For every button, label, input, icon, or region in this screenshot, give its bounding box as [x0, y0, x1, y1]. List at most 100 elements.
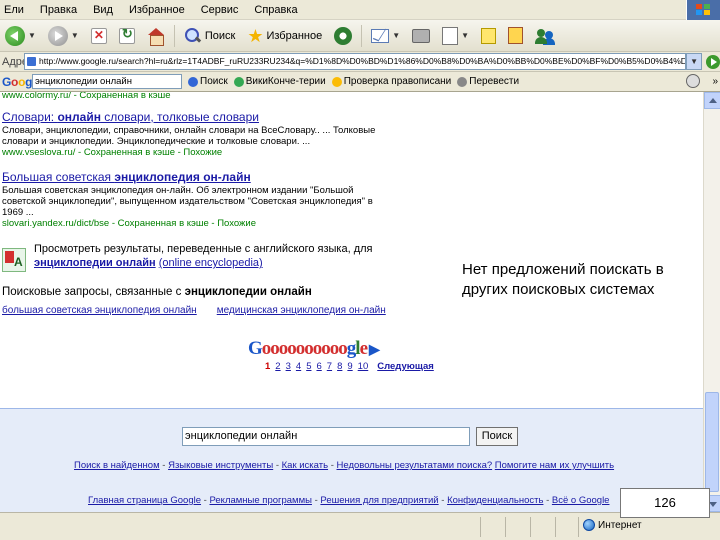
footer-link[interactable]: Решения для предприятий [320, 495, 438, 506]
translate-english-link[interactable]: (online encyclopedia) [159, 257, 263, 269]
page-link[interactable]: 3 [286, 361, 291, 372]
discuss-button[interactable] [478, 23, 499, 49]
google-search-label: Поиск [200, 76, 228, 87]
translate-link[interactable]: энциклопедии онлайн [34, 257, 156, 269]
globe-icon [583, 519, 595, 531]
page-icon [27, 57, 36, 66]
book-icon [508, 27, 524, 44]
address-dropdown-button[interactable]: ▼ [686, 53, 703, 70]
menu-file[interactable]: Ели [4, 4, 24, 16]
status-divider [480, 517, 481, 537]
footer-link[interactable]: Главная страница Google [88, 495, 201, 506]
address-label: Адрес [2, 55, 34, 68]
pagination-logo: Goooooooooogle ▶ [248, 338, 380, 359]
favorites-button[interactable]: ★ Избранное [244, 23, 325, 49]
forward-button[interactable]: ▼ [45, 23, 82, 49]
star-icon: ★ [247, 25, 264, 46]
page-link[interactable]: 2 [275, 361, 280, 372]
chevron-down-icon: ▼ [392, 31, 401, 40]
bottom-search-input[interactable]: энциклопедии онлайн [182, 427, 470, 446]
result-title[interactable]: Большая советская энциклопедия он-лайн [2, 170, 402, 185]
pagination: Goooooooooogle ▶ 1 2 3 4 5 6 7 8 9 10 Сле… [248, 338, 458, 372]
history-button[interactable] [331, 23, 355, 49]
annotation-line: других поисковых системах [462, 281, 655, 298]
status-divider [530, 517, 531, 537]
related-link[interactable]: большая советская энциклопедия онлайн [2, 305, 197, 316]
address-bar: Адрес http://www.google.ru/search?hl=ru&… [0, 52, 720, 72]
windows-logo-icon [686, 0, 720, 20]
home-icon [147, 27, 165, 46]
address-input[interactable]: http://www.google.ru/search?hl=ru&rlz=1T… [24, 53, 687, 70]
chevron-down-icon: ▼ [28, 31, 36, 40]
menu-view[interactable]: Вид [93, 4, 113, 16]
settings-icon[interactable] [686, 74, 700, 88]
google-toolbar-wiki-button[interactable]: ВикиКонче-терии [233, 76, 326, 87]
home-button[interactable] [144, 23, 168, 49]
bottom-link[interactable]: Помогите нам их улучшить [495, 460, 614, 471]
result-url[interactable]: www.colormy.ru/ - Сохраненная в кэше [2, 92, 402, 101]
page-link[interactable]: 9 [347, 361, 352, 372]
result-snippet: советской энциклопедии", выпущенном изда… [2, 196, 373, 207]
menu-tools[interactable]: Сервис [201, 4, 239, 16]
chevron-down-icon: ▼ [461, 31, 470, 40]
menu-favorites[interactable]: Избранное [129, 4, 185, 16]
status-bar: Интернет [0, 512, 720, 540]
page-link[interactable]: 7 [327, 361, 332, 372]
page-link[interactable]: 5 [306, 361, 311, 372]
next-page-link[interactable]: Следующая [377, 361, 434, 372]
bottom-link[interactable]: Языковые инструменты [168, 460, 273, 471]
bottom-link[interactable]: Недовольны результатами поиска? [337, 460, 493, 471]
print-button[interactable] [409, 23, 433, 49]
result-url[interactable]: slovari.yandex.ru/dict/bse - Сохраненная… [2, 218, 402, 229]
slide-number: 126 [620, 488, 710, 518]
page-link[interactable]: 4 [296, 361, 301, 372]
status-divider [555, 517, 556, 537]
research-button[interactable] [505, 23, 526, 49]
bottom-link[interactable]: Как искать [282, 460, 328, 471]
more-chevron-icon[interactable]: » [712, 76, 718, 87]
google-toolbar-logo[interactable]: Google [2, 75, 42, 89]
google-toolbar: Google энциклопедии онлайн Поиск ВикиКон… [0, 72, 720, 92]
page-link[interactable]: 8 [337, 361, 342, 372]
bottom-search-button[interactable]: Поиск [476, 427, 518, 446]
page-link[interactable]: 10 [358, 361, 369, 372]
page-content: www.colormy.ru/ - Сохраненная в кэше Сло… [0, 92, 703, 512]
mail-button[interactable]: ▼ [368, 23, 403, 49]
google-toolbar-spellcheck-button[interactable]: Проверка правописани [331, 76, 451, 87]
footer-link[interactable]: Всё о Google [552, 495, 610, 506]
menu-help[interactable]: Справка [254, 4, 297, 16]
favorites-button-label: Избранное [266, 29, 323, 42]
vertical-scrollbar[interactable] [703, 92, 720, 512]
google-toolbar-search-button[interactable]: Поиск [188, 76, 228, 87]
result-title[interactable]: Словари: онлайн словари, толковые словар… [2, 110, 402, 125]
stop-button[interactable] [88, 23, 110, 49]
search-button[interactable]: Поиск [181, 23, 238, 49]
mail-icon [371, 28, 390, 43]
translate-icon [457, 76, 468, 87]
messenger-button[interactable] [532, 23, 558, 49]
footer-link[interactable]: Рекламные программы [209, 495, 311, 506]
google-toolbar-search-input[interactable]: энциклопедии онлайн [32, 74, 182, 89]
go-button[interactable] [706, 54, 720, 69]
back-button[interactable]: ▼ [2, 23, 39, 49]
menu-edit[interactable]: Правка [40, 4, 77, 16]
google-toolbar-translate-button[interactable]: Перевести [457, 76, 519, 87]
wiki-icon [233, 76, 244, 87]
refresh-button[interactable] [116, 23, 138, 49]
scroll-up-button[interactable] [704, 92, 720, 109]
standard-toolbar: ▼ ▼ Поиск ★ Избранное ▼ ▼ [0, 20, 720, 52]
edit-button[interactable]: ▼ [439, 23, 472, 49]
page-link[interactable]: 6 [316, 361, 321, 372]
next-arrow-icon[interactable]: ▶ [369, 343, 380, 358]
printer-icon [412, 28, 431, 43]
footer-link[interactable]: Конфиденциальность [447, 495, 543, 506]
forward-arrow-icon [47, 25, 68, 46]
related-link[interactable]: медицинская энциклопедия он-лайн [217, 305, 386, 316]
spellcheck-icon [331, 76, 342, 87]
status-divider [578, 517, 579, 537]
bottom-link[interactable]: Поиск в найденном [74, 460, 160, 471]
result-url[interactable]: www.vseslova.ru/ - Сохраненная в кэше - … [2, 147, 402, 158]
search-result: www.colormy.ru/ - Сохраненная в кэше [2, 92, 402, 101]
scroll-thumb[interactable] [705, 392, 719, 492]
translate-label: Перевести [469, 76, 520, 87]
